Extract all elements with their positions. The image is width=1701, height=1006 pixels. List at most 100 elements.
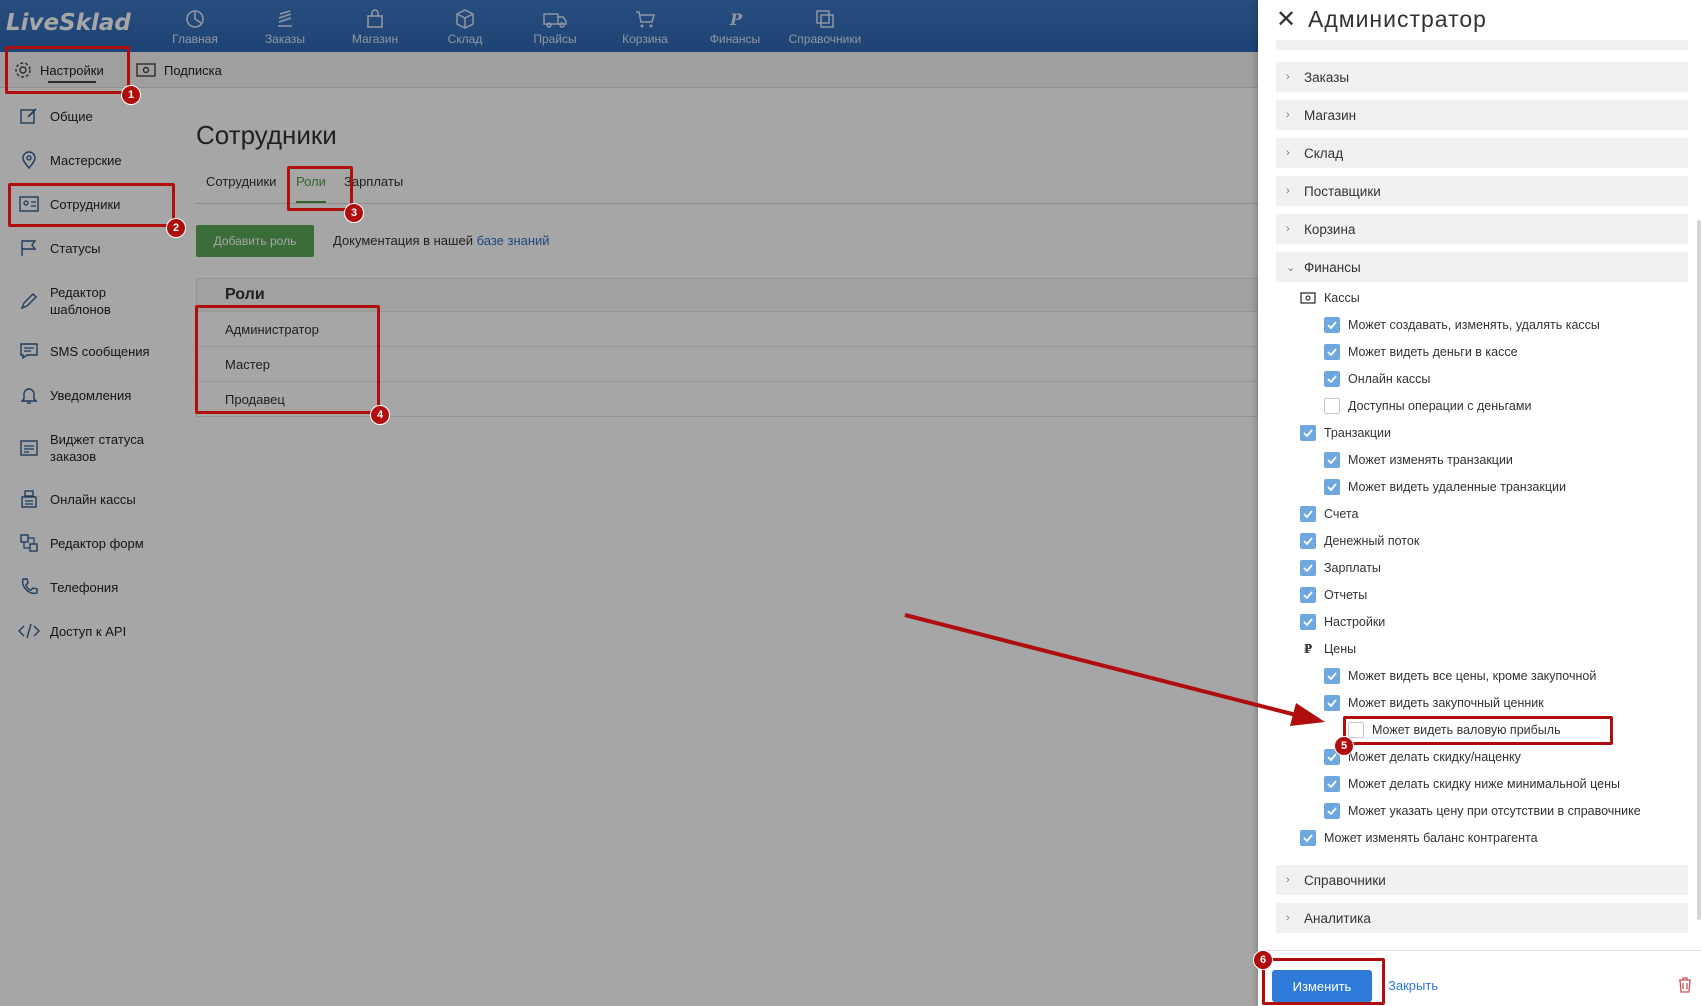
perm-row[interactable]: Денежный поток <box>1276 527 1688 554</box>
checkbox-checked[interactable] <box>1324 451 1340 468</box>
checkbox-checked[interactable] <box>1324 370 1340 387</box>
annotation-box-5 <box>1343 716 1613 745</box>
section-label: Поставщики <box>1304 183 1381 199</box>
section-finance[interactable]: ⌄ Финансы <box>1276 252 1688 282</box>
perm-row[interactable]: Может создавать, изменять, удалять кассы <box>1276 311 1688 338</box>
perm-label: Может видеть деньги в кассе <box>1348 344 1518 359</box>
perm-row[interactable]: Может изменять транзакции <box>1276 446 1688 473</box>
annotation-number-2: 2 <box>166 218 186 238</box>
section-analytics[interactable]: › Аналитика <box>1276 903 1688 933</box>
perm-label: Доступны операции с деньгами <box>1348 398 1532 413</box>
checkbox-checked[interactable] <box>1324 775 1340 792</box>
perm-label: Может видеть все цены, кроме закупочной <box>1348 668 1597 683</box>
perm-label: Онлайн кассы <box>1348 371 1431 386</box>
checkbox-checked[interactable] <box>1300 532 1316 549</box>
section-label: Корзина <box>1304 221 1356 237</box>
annotation-box-2 <box>8 183 175 227</box>
section-cart[interactable]: › Корзина <box>1276 214 1688 244</box>
perm-row[interactable]: Отчеты <box>1276 581 1688 608</box>
perm-label: Может создавать, изменять, удалять кассы <box>1348 317 1600 332</box>
perm-label: Зарплаты <box>1324 560 1381 575</box>
annotation-box-4 <box>195 305 380 414</box>
role-edit-panel: ✕ Администратор › Заказы › Магазин › Склад … <box>1258 0 1701 1006</box>
annotation-number-4: 4 <box>370 405 390 425</box>
perm-row[interactable]: Может видеть удаленные транзакции <box>1276 473 1688 500</box>
annotation-number-1: 1 <box>121 85 141 105</box>
permissions-list: › Заказы › Магазин › Склад › Поставщики › Кор… <box>1276 40 1688 948</box>
checkbox-checked[interactable] <box>1300 613 1316 630</box>
checkbox-checked[interactable] <box>1324 316 1340 333</box>
perm-label: Транзакции <box>1324 425 1392 440</box>
chevron-right-icon: › <box>1286 223 1290 235</box>
perm-label: Кассы <box>1324 290 1360 305</box>
perm-row[interactable]: Может указать цену при отсутствии в спра… <box>1276 797 1688 824</box>
checkbox-checked[interactable] <box>1300 424 1316 441</box>
perm-label: Может изменять транзакции <box>1348 452 1513 467</box>
section-warehouse[interactable]: › Склад <box>1276 138 1688 168</box>
modal-backdrop[interactable] <box>0 0 1258 1006</box>
perm-row[interactable]: Может видеть все цены, кроме закупочной <box>1276 662 1688 689</box>
checkbox-checked[interactable] <box>1300 505 1316 522</box>
annotation-number-6: 6 <box>1253 950 1273 970</box>
perm-label: Денежный поток <box>1324 533 1420 548</box>
checkbox-unchecked[interactable] <box>1324 397 1340 414</box>
perm-row[interactable]: Онлайн кассы <box>1276 365 1688 392</box>
ruble-icon: ₽ <box>1303 641 1313 656</box>
trash-icon[interactable] <box>1678 977 1692 998</box>
section-label: Финансы <box>1304 259 1361 275</box>
checkbox-checked[interactable] <box>1300 559 1316 576</box>
close-icon[interactable]: ✕ <box>1276 8 1296 32</box>
perm-label: Может делать скидку/наценку <box>1348 749 1521 764</box>
cash-register-icon <box>1300 291 1316 304</box>
section-label: Магазин <box>1304 107 1357 123</box>
perm-row[interactable]: Может видеть закупочный ценник <box>1276 689 1688 716</box>
checkbox-checked[interactable] <box>1324 667 1340 684</box>
checkbox-checked[interactable] <box>1300 586 1316 603</box>
panel-scrollbar[interactable] <box>1697 220 1701 920</box>
chevron-right-icon: › <box>1286 71 1290 83</box>
perm-row[interactable]: Настройки <box>1276 608 1688 635</box>
annotation-number-5: 5 <box>1334 736 1354 756</box>
section-label: Справочники <box>1304 872 1386 888</box>
chevron-right-icon: › <box>1286 185 1290 197</box>
perm-row[interactable]: Может видеть деньги в кассе <box>1276 338 1688 365</box>
checkbox-checked[interactable] <box>1324 478 1340 495</box>
perm-label: Может видеть закупочный ценник <box>1348 695 1544 710</box>
section-shop[interactable]: › Магазин <box>1276 100 1688 130</box>
chevron-right-icon: › <box>1286 912 1290 924</box>
checkbox-checked[interactable] <box>1324 694 1340 711</box>
perm-label: Может видеть удаленные транзакции <box>1348 479 1566 494</box>
chevron-right-icon: › <box>1286 147 1290 159</box>
perm-row[interactable]: Транзакции <box>1276 419 1688 446</box>
perm-row[interactable]: Счета <box>1276 500 1688 527</box>
checkbox-checked[interactable] <box>1324 802 1340 819</box>
perm-label: Цены <box>1324 641 1357 656</box>
annotation-box-1 <box>5 46 130 94</box>
perm-row[interactable]: Может делать скидку ниже минимальной цен… <box>1276 770 1688 797</box>
perm-label: Счета <box>1324 506 1359 521</box>
annotation-number-3: 3 <box>344 203 364 223</box>
perm-row[interactable]: Доступны операции с деньгами <box>1276 392 1688 419</box>
close-link[interactable]: Закрыть <box>1388 978 1438 993</box>
perm-label: Может указать цену при отсутствии в спра… <box>1348 803 1641 818</box>
panel-header: ✕ Администратор <box>1258 0 1701 40</box>
section-suppliers[interactable]: › Поставщики <box>1276 176 1688 206</box>
section-label: Аналитика <box>1304 910 1371 926</box>
section-label: Склад <box>1304 145 1344 161</box>
annotation-box-6 <box>1262 958 1385 1005</box>
section-orders[interactable]: › Заказы <box>1276 62 1688 92</box>
checkbox-checked[interactable] <box>1324 343 1340 360</box>
checkbox-checked[interactable] <box>1300 829 1316 846</box>
panel-title: Администратор <box>1308 6 1487 32</box>
section-remnant <box>1276 40 1688 50</box>
perm-group-prices: ₽ Цены <box>1276 635 1688 662</box>
chevron-down-icon: ⌄ <box>1286 261 1296 274</box>
section-references[interactable]: › Справочники <box>1276 865 1688 895</box>
section-label: Заказы <box>1304 69 1350 85</box>
perm-row[interactable]: Зарплаты <box>1276 554 1688 581</box>
perm-row[interactable]: Может изменять баланс контрагента <box>1276 824 1688 851</box>
chevron-right-icon: › <box>1286 109 1290 121</box>
perm-group-kassy: Кассы <box>1276 284 1688 311</box>
perm-label: Настройки <box>1324 614 1386 629</box>
perm-label: Может изменять баланс контрагента <box>1324 830 1538 845</box>
